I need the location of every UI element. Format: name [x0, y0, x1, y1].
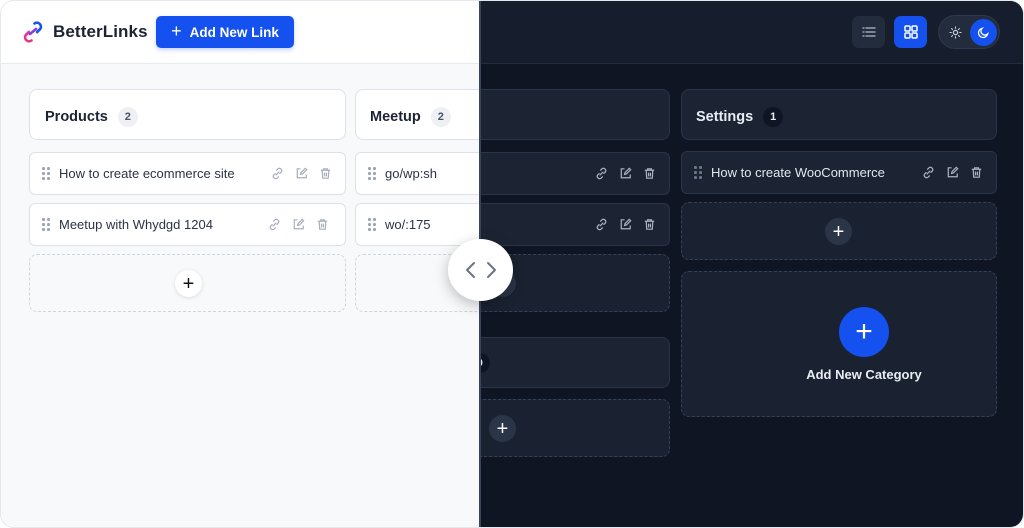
category-count-badge: 1 — [763, 107, 784, 127]
brand-name: BetterLinks — [53, 22, 148, 41]
add-new-link-button[interactable]: + Add New Link — [156, 16, 294, 48]
compare-slider-handle[interactable] — [448, 239, 513, 301]
trash-icon[interactable] — [315, 217, 330, 232]
link-row-dark[interactable] — [480, 203, 670, 246]
category-title: Meetup 2 — [370, 107, 451, 127]
add-link-slot-dark[interactable]: + — [480, 399, 670, 457]
list-view-icon — [861, 27, 876, 37]
category-title: Settings 1 — [696, 107, 784, 127]
top-bar: BetterLinks + Add New Link — [1, 1, 480, 64]
category-count-badge: 0 — [480, 353, 490, 373]
category-count-badge: 2 — [430, 107, 451, 127]
moon-icon[interactable] — [970, 19, 997, 46]
plus-icon: + — [171, 21, 182, 41]
drag-handle-icon[interactable] — [42, 218, 50, 232]
add-link-slot[interactable]: + — [29, 254, 346, 312]
row-actions — [267, 217, 330, 232]
link-title[interactable]: Meetup with Whydgd 1204 — [59, 217, 213, 232]
grid-view-button[interactable] — [894, 16, 927, 48]
edit-icon[interactable] — [945, 165, 960, 180]
category-card-products[interactable]: Products 2 — [29, 89, 346, 140]
link-icon[interactable] — [267, 217, 282, 232]
edit-icon[interactable] — [618, 217, 633, 232]
grid-view-icon — [903, 25, 918, 39]
sun-icon[interactable] — [947, 24, 964, 41]
trash-icon[interactable] — [318, 166, 333, 181]
link-icon[interactable] — [270, 166, 285, 181]
add-link-plus-icon[interactable]: + — [489, 415, 516, 442]
category-card-meetup-dark[interactable] — [480, 89, 670, 140]
category-card-empty-dark[interactable]: 0 — [480, 337, 670, 388]
edit-icon[interactable] — [618, 166, 633, 181]
add-category-plus-icon[interactable]: + — [839, 307, 889, 357]
add-new-category-label: Add New Category — [806, 367, 922, 382]
app-window: BetterLinks + Add New Link Products 2 Ho… — [0, 0, 1024, 528]
trash-icon[interactable] — [969, 165, 984, 180]
link-icon[interactable] — [594, 217, 609, 232]
trash-icon[interactable] — [642, 166, 657, 181]
add-link-plus-icon[interactable]: + — [175, 270, 202, 297]
category-name: Products — [45, 109, 108, 125]
dark-mode-panel: + 0 + Settings 1 How to create WooCommer… — [480, 1, 1023, 527]
compare-arrows-icon — [465, 262, 496, 278]
trash-icon[interactable] — [642, 217, 657, 232]
link-icon[interactable] — [921, 165, 936, 180]
edit-icon[interactable] — [291, 217, 306, 232]
category-card-settings[interactable]: Settings 1 — [681, 89, 997, 140]
category-name: Meetup — [370, 109, 421, 125]
link-row[interactable]: Meetup with Whydgd 1204 — [29, 203, 346, 246]
drag-handle-icon[interactable] — [368, 167, 376, 181]
link-title[interactable]: wo/:175 — [385, 217, 431, 232]
top-bar-dark — [480, 1, 1023, 64]
theme-toggle[interactable] — [938, 15, 1000, 49]
add-new-link-label: Add New Link — [189, 24, 279, 40]
row-actions — [594, 166, 657, 181]
row-actions — [594, 217, 657, 232]
list-view-button[interactable] — [852, 16, 885, 48]
link-title[interactable]: go/wp:sh — [385, 166, 437, 181]
link-title[interactable]: How to create WooCommerce — [711, 165, 885, 180]
link-row-dark[interactable] — [480, 152, 670, 195]
logo[interactable]: BetterLinks — [23, 21, 148, 43]
category-count-badge: 2 — [117, 107, 138, 127]
link-title[interactable]: How to create ecommerce site — [59, 166, 235, 181]
row-actions — [270, 166, 333, 181]
link-icon[interactable] — [594, 166, 609, 181]
category-name: Settings — [696, 109, 754, 125]
light-mode-panel: BetterLinks + Add New Link Products 2 Ho… — [1, 1, 515, 527]
edit-icon[interactable] — [294, 166, 309, 181]
add-link-slot-dark[interactable]: + — [681, 202, 997, 260]
link-row[interactable]: How to create ecommerce site — [29, 152, 346, 195]
betterlinks-logo-icon — [23, 21, 43, 43]
drag-handle-icon[interactable] — [42, 167, 50, 181]
row-actions — [921, 165, 984, 180]
add-new-category-card[interactable]: + Add New Category — [681, 271, 997, 417]
link-row-dark[interactable]: How to create WooCommerce — [681, 151, 997, 194]
add-link-plus-icon[interactable]: + — [825, 218, 852, 245]
category-title: Products 2 — [45, 107, 138, 127]
drag-handle-icon[interactable] — [368, 218, 376, 232]
drag-handle-icon[interactable] — [694, 166, 702, 180]
